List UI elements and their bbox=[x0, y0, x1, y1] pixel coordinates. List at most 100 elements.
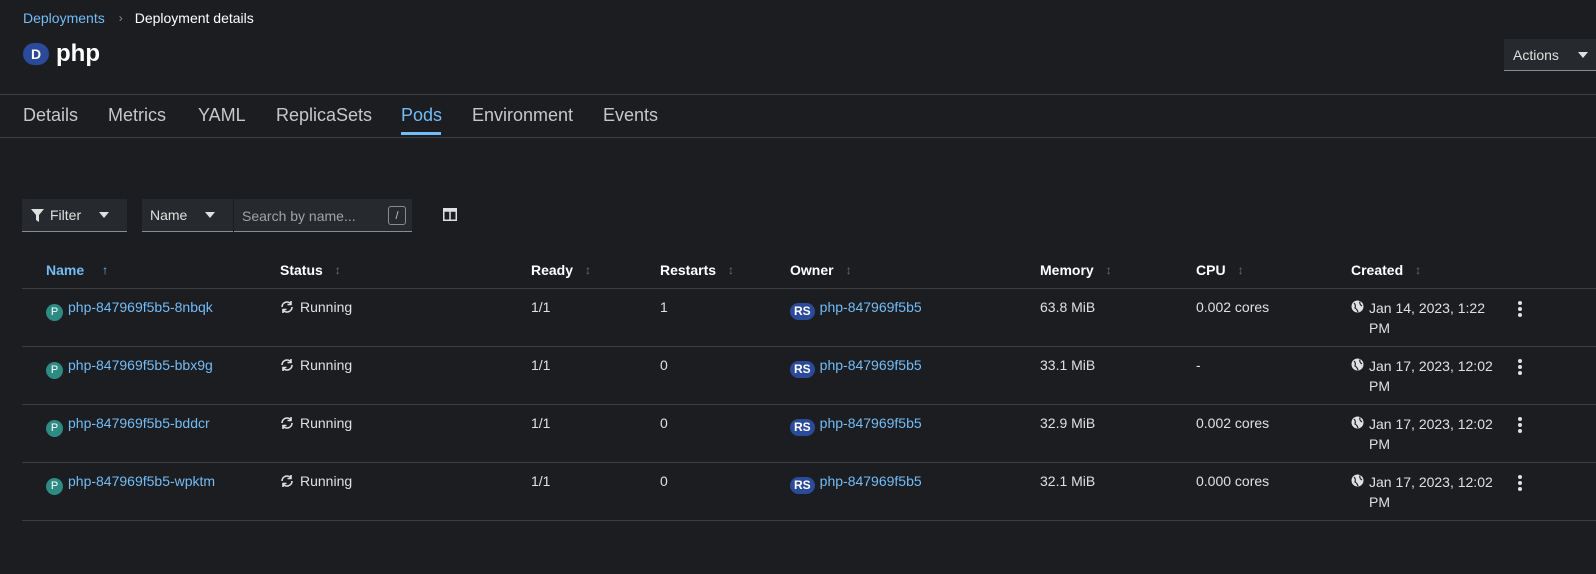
column-label: Restarts bbox=[660, 262, 717, 278]
pod-name-cell: Pphp-847969f5b5-wpktm bbox=[46, 473, 215, 495]
sort-icon: ↕ bbox=[1415, 263, 1422, 277]
column-header-restarts[interactable]: Restarts ↕ bbox=[660, 262, 734, 278]
breadcrumb-deployments-link[interactable]: Deployments bbox=[23, 10, 105, 26]
column-label: Name bbox=[46, 262, 85, 278]
memory-cell: 32.9 MiB bbox=[1040, 415, 1096, 431]
created-cell: Jan 14, 2023, 1:22 PM bbox=[1351, 298, 1509, 338]
pod-link[interactable]: php-847969f5b5-bddcr bbox=[68, 415, 210, 431]
status-text: Running bbox=[300, 299, 353, 315]
column-label: Created bbox=[1351, 262, 1404, 278]
status-cell: Running bbox=[280, 473, 352, 489]
column-label: Ready bbox=[531, 262, 574, 278]
status-cell: Running bbox=[280, 299, 352, 315]
status-cell: Running bbox=[280, 415, 352, 431]
status-text: Running bbox=[300, 357, 353, 373]
ready-cell: 1/1 bbox=[531, 357, 551, 373]
pod-link[interactable]: php-847969f5b5-8nbqk bbox=[68, 299, 213, 315]
filter-icon bbox=[31, 208, 44, 222]
restarts-cell: 1 bbox=[660, 299, 668, 315]
column-header-ready[interactable]: Ready ↕ bbox=[531, 262, 591, 278]
breadcrumb: Deployments › Deployment details bbox=[23, 10, 254, 26]
cpu-cell: 0.002 cores bbox=[1196, 299, 1270, 315]
tab-details[interactable]: Details bbox=[23, 105, 78, 126]
caret-down-icon bbox=[205, 212, 215, 218]
tab-replicasets[interactable]: ReplicaSets bbox=[276, 105, 372, 126]
row-actions-kebab-icon[interactable] bbox=[1518, 359, 1522, 377]
column-header-created[interactable]: Created ↕ bbox=[1351, 262, 1421, 278]
manage-columns-icon[interactable] bbox=[443, 208, 457, 221]
tab-bar: Details Metrics YAML ReplicaSets Pods En… bbox=[0, 94, 1596, 138]
owner-link[interactable]: php-847969f5b5 bbox=[820, 357, 922, 373]
status-text: Running bbox=[300, 415, 353, 431]
status-text: Running bbox=[300, 473, 353, 489]
tab-pods[interactable]: Pods bbox=[401, 105, 442, 126]
column-header-status[interactable]: Status ↕ bbox=[280, 262, 341, 278]
row-actions-kebab-icon[interactable] bbox=[1518, 301, 1522, 319]
owner-link[interactable]: php-847969f5b5 bbox=[820, 473, 922, 489]
tab-yaml[interactable]: YAML bbox=[198, 105, 246, 126]
sort-icon: ↕ bbox=[1105, 263, 1112, 277]
status-cell: Running bbox=[280, 357, 352, 373]
actions-dropdown-button[interactable]: Actions bbox=[1504, 39, 1596, 71]
pod-link[interactable]: php-847969f5b5-wpktm bbox=[68, 473, 215, 489]
row-actions-kebab-icon[interactable] bbox=[1518, 475, 1522, 493]
sort-icon: ↕ bbox=[728, 263, 735, 277]
sync-icon bbox=[281, 417, 293, 429]
row-actions-kebab-icon[interactable] bbox=[1518, 417, 1522, 435]
restarts-cell: 0 bbox=[660, 357, 668, 373]
sort-ascending-icon: ↑ bbox=[102, 263, 109, 277]
globe-icon bbox=[1351, 358, 1364, 371]
created-timestamp: Jan 17, 2023, 12:02 PM bbox=[1369, 416, 1493, 452]
pod-link[interactable]: php-847969f5b5-bbx9g bbox=[68, 357, 213, 373]
globe-icon bbox=[1351, 416, 1364, 429]
ready-cell: 1/1 bbox=[531, 415, 551, 431]
breadcrumb-current: Deployment details bbox=[134, 10, 254, 26]
owner-cell: RS php-847969f5b5 bbox=[790, 415, 922, 436]
restarts-cell: 0 bbox=[660, 415, 668, 431]
memory-cell: 63.8 MiB bbox=[1040, 299, 1096, 315]
sort-icon: ↕ bbox=[585, 263, 592, 277]
memory-cell: 33.1 MiB bbox=[1040, 357, 1096, 373]
table-header: Name ↑ Status ↕ Ready ↕ Restarts ↕ Owner… bbox=[22, 253, 1596, 289]
tab-events[interactable]: Events bbox=[603, 105, 658, 126]
owner-link[interactable]: php-847969f5b5 bbox=[820, 299, 922, 315]
keyboard-shortcut-hint: / bbox=[388, 206, 406, 225]
filter-label: Filter bbox=[50, 207, 82, 223]
sort-icon: ↕ bbox=[845, 263, 852, 277]
owner-cell: RS php-847969f5b5 bbox=[790, 357, 922, 378]
pod-kind-badge: P bbox=[46, 419, 63, 437]
table-row: Pphp-847969f5b5-wpktm Running 1/1 0 RS ph… bbox=[22, 463, 1596, 521]
page-header: D php bbox=[23, 40, 100, 68]
sort-icon: ↕ bbox=[1237, 263, 1244, 277]
page-title: php bbox=[56, 40, 100, 67]
created-cell: Jan 17, 2023, 12:02 PM bbox=[1351, 472, 1509, 512]
filter-dropdown-button[interactable]: Filter bbox=[22, 199, 127, 232]
created-cell: Jan 17, 2023, 12:02 PM bbox=[1351, 414, 1509, 454]
pod-name-cell: Pphp-847969f5b5-bddcr bbox=[46, 415, 210, 437]
pod-name-cell: Pphp-847969f5b5-bbx9g bbox=[46, 357, 213, 379]
cpu-cell: 0.000 cores bbox=[1196, 473, 1270, 489]
globe-icon bbox=[1351, 300, 1364, 313]
pod-kind-badge: P bbox=[46, 303, 63, 321]
globe-icon bbox=[1351, 474, 1364, 487]
owner-link[interactable]: php-847969f5b5 bbox=[820, 415, 922, 431]
tab-environment[interactable]: Environment bbox=[472, 105, 573, 126]
replicaset-kind-badge: RS bbox=[790, 302, 815, 320]
filter-type-select[interactable]: Name bbox=[142, 199, 233, 232]
pod-kind-badge: P bbox=[46, 477, 63, 495]
column-header-name[interactable]: Name ↑ bbox=[46, 262, 108, 278]
created-cell: Jan 17, 2023, 12:02 PM bbox=[1351, 356, 1509, 396]
owner-cell: RS php-847969f5b5 bbox=[790, 299, 922, 320]
replicaset-kind-badge: RS bbox=[790, 360, 815, 378]
column-header-memory[interactable]: Memory ↕ bbox=[1040, 262, 1112, 278]
replicaset-kind-badge: RS bbox=[790, 476, 815, 494]
column-label: Owner bbox=[790, 262, 834, 278]
caret-down-icon bbox=[1578, 52, 1588, 58]
search-input[interactable] bbox=[234, 199, 394, 233]
column-label: CPU bbox=[1196, 262, 1226, 278]
column-header-owner[interactable]: Owner ↕ bbox=[790, 262, 852, 278]
sync-icon bbox=[281, 475, 293, 487]
tab-metrics[interactable]: Metrics bbox=[108, 105, 166, 126]
sync-icon bbox=[281, 301, 293, 313]
column-header-cpu[interactable]: CPU ↕ bbox=[1196, 262, 1244, 278]
